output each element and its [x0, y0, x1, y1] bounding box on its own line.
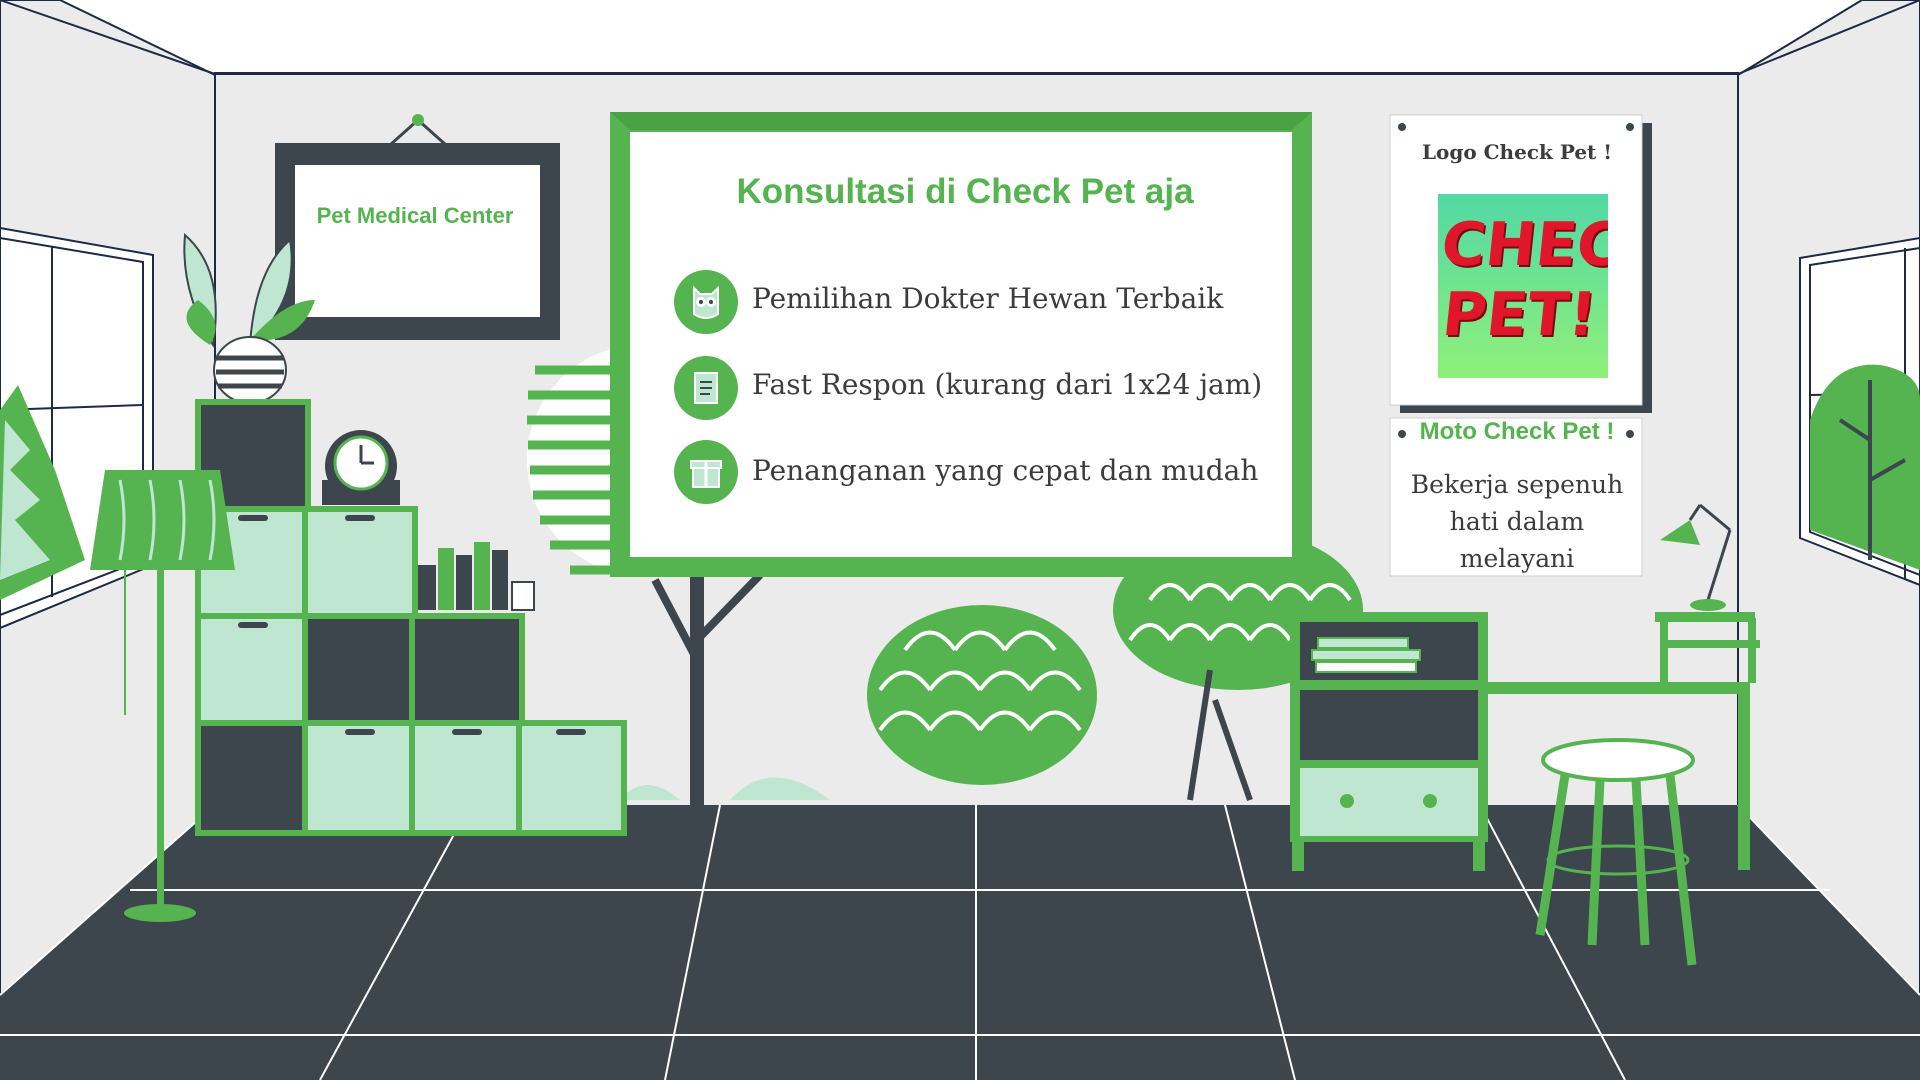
right-window: [1799, 236, 1920, 587]
notebook-icon: [674, 356, 738, 420]
room-scene: Pet Medical Center Konsultasi di Check P…: [0, 0, 1920, 1080]
moto-text: Bekerja sepenuh hati dalam melayani: [1410, 470, 1624, 573]
board-title: Konsultasi di Check Pet aja: [736, 172, 1194, 211]
check-pet-logo: CHECK PET!: [1438, 194, 1608, 378]
board-item-text: Penanganan yang cepat dan mudah: [752, 454, 1259, 487]
nail-icon: [412, 114, 424, 126]
frame-title: Pet Medical Center: [316, 203, 514, 228]
owl-glyph: [693, 285, 719, 319]
owl-icon: [674, 270, 738, 334]
board-item-text: Fast Respon (kurang dari 1x24 jam): [752, 368, 1263, 401]
nightstand: [1290, 612, 1488, 871]
stacked-books-icon: [1311, 637, 1421, 673]
board-item-text: Pemilihan Dokter Hewan Terbaik: [752, 282, 1224, 315]
gift-icon: [674, 440, 738, 504]
gift-glyph: [690, 460, 722, 488]
logo-caption: Logo Check Pet !: [1421, 140, 1613, 164]
logo-wordmark: CHECK PET!: [1438, 210, 1608, 350]
moto-title: Moto Check Pet !: [1419, 418, 1615, 445]
notebook-glyph: [694, 372, 718, 404]
